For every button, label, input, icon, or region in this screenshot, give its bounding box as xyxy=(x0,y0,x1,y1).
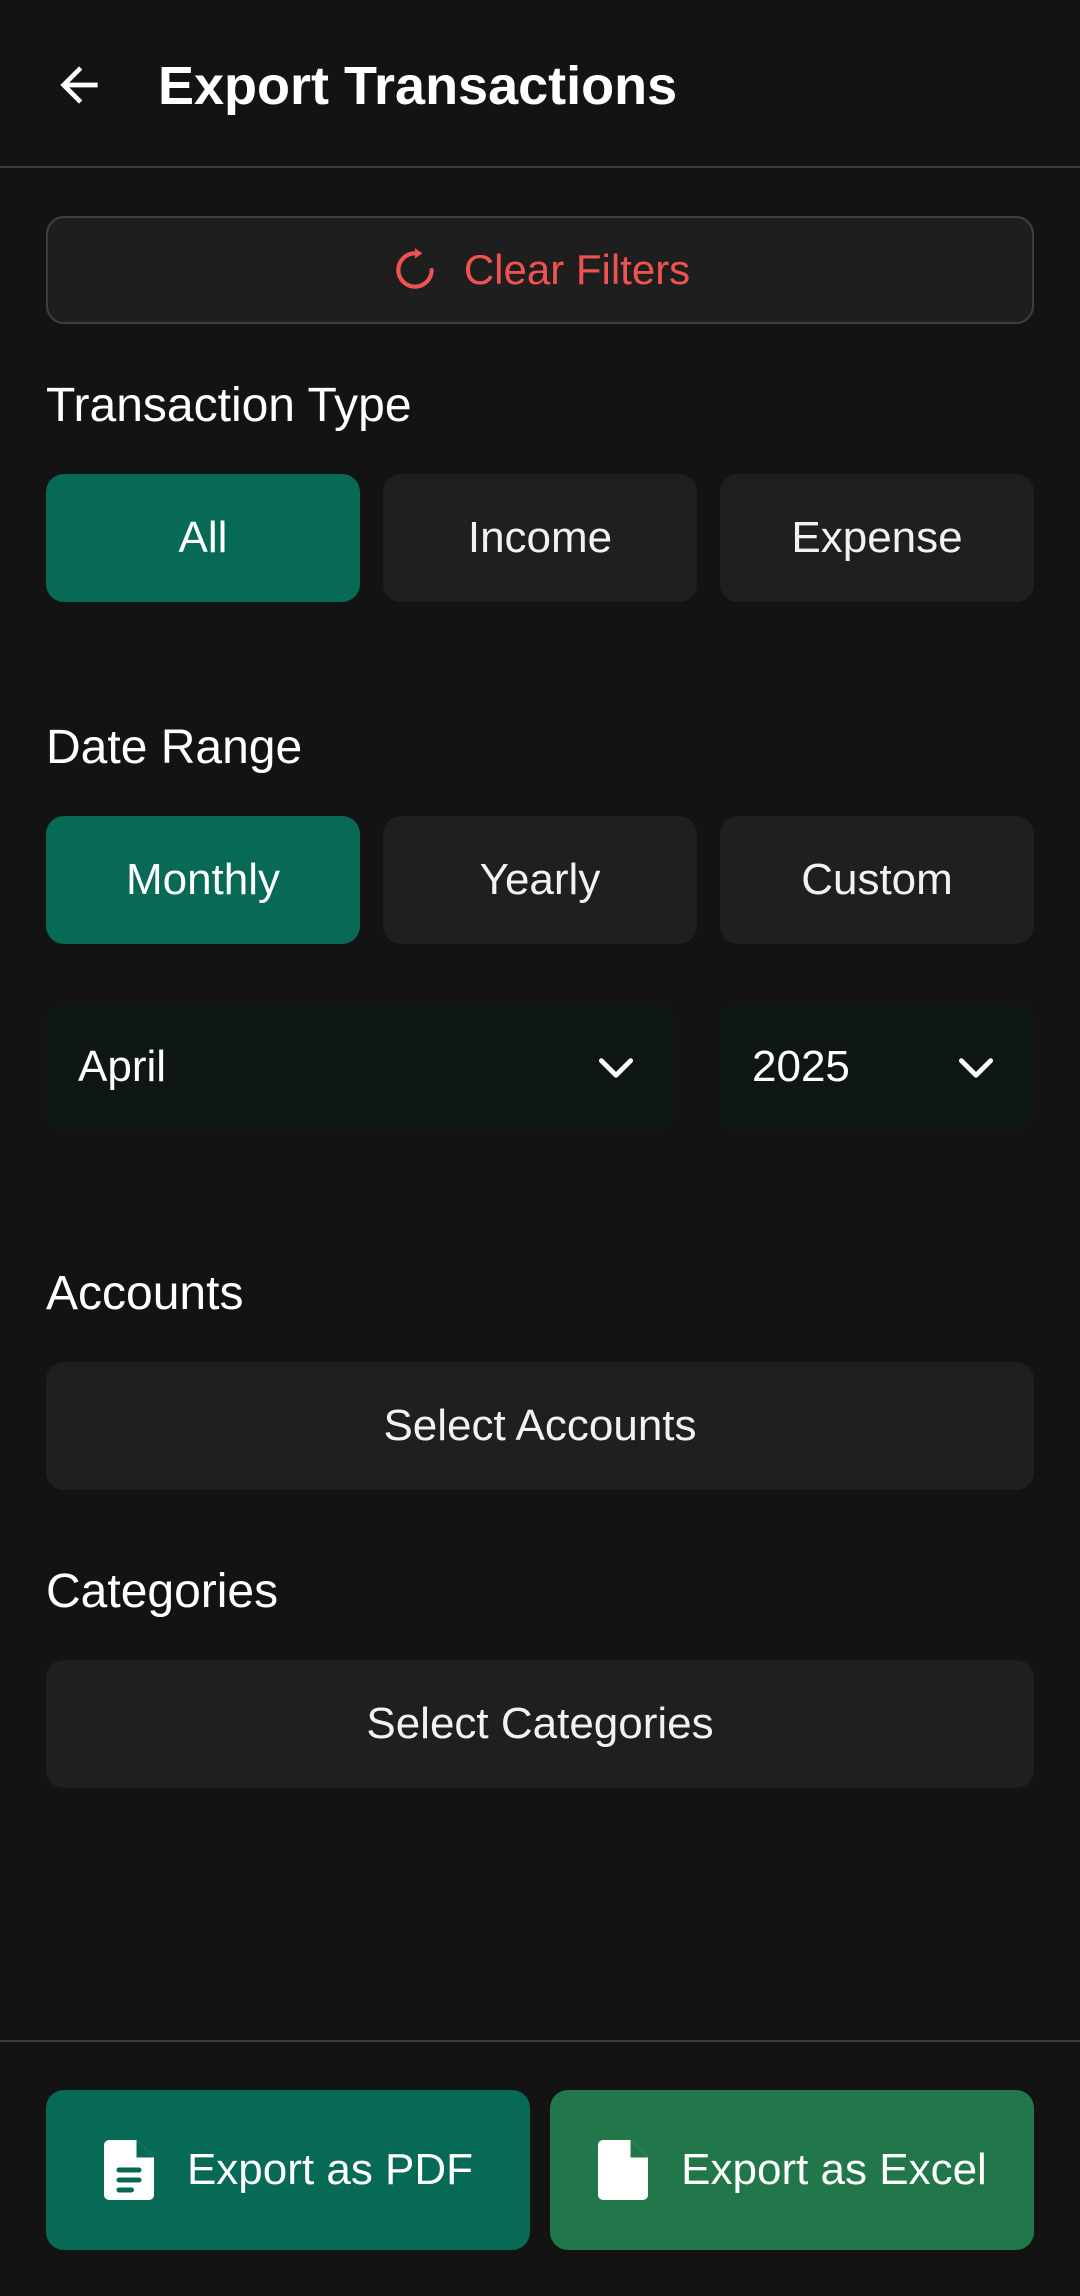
year-value: 2025 xyxy=(752,1042,850,1091)
export-pdf-label: Export as PDF xyxy=(186,2145,474,2194)
export-excel-label: Export as Excel xyxy=(681,2145,987,2194)
type-income-button[interactable]: Income xyxy=(383,474,697,602)
year-dropdown[interactable]: 2025 xyxy=(720,1004,1034,1130)
chevron-down-icon xyxy=(598,1058,634,1078)
range-yearly-button[interactable]: Yearly xyxy=(383,816,697,944)
document-icon xyxy=(103,2140,154,2200)
type-all-button[interactable]: All xyxy=(46,474,360,602)
back-button[interactable] xyxy=(44,50,114,120)
range-monthly-button[interactable]: Monthly xyxy=(46,816,360,944)
transaction-type-label: Transaction Type xyxy=(46,379,412,432)
range-custom-button[interactable]: Custom xyxy=(720,816,1034,944)
accounts-label: Accounts xyxy=(46,1267,244,1320)
date-range-label: Date Range xyxy=(46,721,303,774)
file-icon xyxy=(598,2140,649,2200)
page-title: Export Transactions xyxy=(158,56,678,116)
clear-filters-label: Clear Filters xyxy=(463,246,691,293)
type-expense-button[interactable]: Expense xyxy=(720,474,1034,602)
select-categories-button[interactable]: Select Categories xyxy=(46,1660,1034,1788)
clear-filters-button[interactable]: Clear Filters xyxy=(46,216,1034,324)
export-excel-button[interactable]: Export as Excel xyxy=(550,2090,1034,2250)
month-dropdown[interactable]: April xyxy=(46,1004,674,1130)
export-pdf-button[interactable]: Export as PDF xyxy=(46,2090,530,2250)
arrow-left-icon xyxy=(60,66,98,104)
month-value: April xyxy=(78,1042,167,1091)
refresh-icon xyxy=(396,248,434,289)
categories-label: Categories xyxy=(46,1565,279,1618)
chevron-down-icon xyxy=(958,1058,994,1078)
app-bar: Export Transactions xyxy=(0,0,1080,168)
select-accounts-button[interactable]: Select Accounts xyxy=(46,1362,1034,1490)
